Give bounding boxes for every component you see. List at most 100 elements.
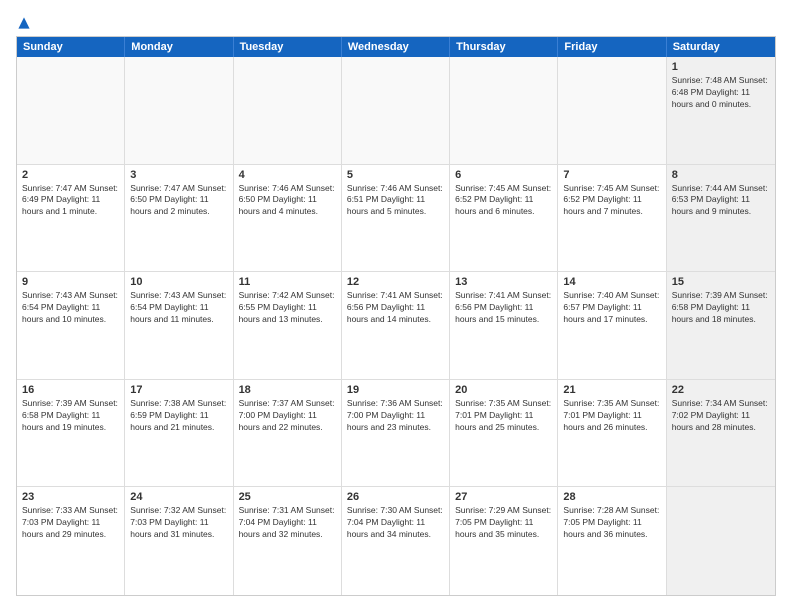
- day-info-16: Sunrise: 7:39 AM Sunset: 6:58 PM Dayligh…: [22, 398, 119, 434]
- day-number-3: 3: [130, 169, 227, 181]
- day-cell-0-0: [17, 57, 125, 164]
- day-number-4: 4: [239, 169, 336, 181]
- day-cell-1-4: 6 Sunrise: 7:45 AM Sunset: 6:52 PM Daylig…: [450, 165, 558, 272]
- day-cell-4-5: 28Sunrise: 7:28 AM Sunset: 7:05 PM Dayli…: [558, 487, 666, 595]
- calendar-header: SundayMondayTuesdayWednesdayThursdayFrid…: [17, 37, 775, 57]
- week-row-1: 1 Sunrise: 7:48 AM Sunset: 6:48 PM Daylig…: [17, 57, 775, 165]
- day-cell-0-6: 1 Sunrise: 7:48 AM Sunset: 6:48 PM Daylig…: [667, 57, 775, 164]
- day-cell-2-0: 9Sunrise: 7:43 AM Sunset: 6:54 PM Daylig…: [17, 272, 125, 379]
- week-row-3: 9Sunrise: 7:43 AM Sunset: 6:54 PM Daylig…: [17, 272, 775, 380]
- day-number-1: 1: [672, 61, 770, 73]
- header: [16, 16, 776, 26]
- day-info-22: Sunrise: 7:34 AM Sunset: 7:02 PM Dayligh…: [672, 398, 770, 434]
- day-info-20: Sunrise: 7:35 AM Sunset: 7:01 PM Dayligh…: [455, 398, 552, 434]
- day-number-21: 21: [563, 384, 660, 396]
- logo-icon: [17, 16, 31, 30]
- calendar-body: 1 Sunrise: 7:48 AM Sunset: 6:48 PM Daylig…: [17, 57, 775, 595]
- week-row-4: 16 Sunrise: 7:39 AM Sunset: 6:58 PM Dayli…: [17, 380, 775, 488]
- day-info-13: Sunrise: 7:41 AM Sunset: 6:56 PM Dayligh…: [455, 290, 552, 326]
- day-cell-2-5: 14 Sunrise: 7:40 AM Sunset: 6:57 PM Dayli…: [558, 272, 666, 379]
- header-thursday: Thursday: [450, 37, 558, 57]
- day-number-15: 15: [672, 276, 770, 288]
- day-info-2: Sunrise: 7:47 AM Sunset: 6:49 PM Dayligh…: [22, 183, 119, 219]
- day-cell-0-2: [234, 57, 342, 164]
- day-number-27: 27: [455, 491, 552, 503]
- day-info-19: Sunrise: 7:36 AM Sunset: 7:00 PM Dayligh…: [347, 398, 444, 434]
- day-cell-3-6: 22 Sunrise: 7:34 AM Sunset: 7:02 PM Dayli…: [667, 380, 775, 487]
- day-info-3: Sunrise: 7:47 AM Sunset: 6:50 PM Dayligh…: [130, 183, 227, 219]
- day-info-25: Sunrise: 7:31 AM Sunset: 7:04 PM Dayligh…: [239, 505, 336, 541]
- day-info-1: Sunrise: 7:48 AM Sunset: 6:48 PM Dayligh…: [672, 75, 770, 111]
- day-number-18: 18: [239, 384, 336, 396]
- day-info-10: Sunrise: 7:43 AM Sunset: 6:54 PM Dayligh…: [130, 290, 227, 326]
- day-number-12: 12: [347, 276, 444, 288]
- day-cell-1-0: 2 Sunrise: 7:47 AM Sunset: 6:49 PM Daylig…: [17, 165, 125, 272]
- day-info-8: Sunrise: 7:44 AM Sunset: 6:53 PM Dayligh…: [672, 183, 770, 219]
- day-cell-4-1: 24 Sunrise: 7:32 AM Sunset: 7:03 PM Dayli…: [125, 487, 233, 595]
- day-number-13: 13: [455, 276, 552, 288]
- day-number-20: 20: [455, 384, 552, 396]
- day-number-16: 16: [22, 384, 119, 396]
- day-info-24: Sunrise: 7:32 AM Sunset: 7:03 PM Dayligh…: [130, 505, 227, 541]
- week-row-5: 23Sunrise: 7:33 AM Sunset: 7:03 PM Dayli…: [17, 487, 775, 595]
- day-number-2: 2: [22, 169, 119, 181]
- day-info-18: Sunrise: 7:37 AM Sunset: 7:00 PM Dayligh…: [239, 398, 336, 434]
- page: SundayMondayTuesdayWednesdayThursdayFrid…: [0, 0, 792, 612]
- day-number-10: 10: [130, 276, 227, 288]
- day-number-24: 24: [130, 491, 227, 503]
- day-cell-4-3: 26 Sunrise: 7:30 AM Sunset: 7:04 PM Dayli…: [342, 487, 450, 595]
- day-info-12: Sunrise: 7:41 AM Sunset: 6:56 PM Dayligh…: [347, 290, 444, 326]
- day-cell-2-1: 10 Sunrise: 7:43 AM Sunset: 6:54 PM Dayli…: [125, 272, 233, 379]
- day-cell-2-2: 11Sunrise: 7:42 AM Sunset: 6:55 PM Dayli…: [234, 272, 342, 379]
- day-cell-3-5: 21 Sunrise: 7:35 AM Sunset: 7:01 PM Dayli…: [558, 380, 666, 487]
- day-info-11: Sunrise: 7:42 AM Sunset: 6:55 PM Dayligh…: [239, 290, 336, 326]
- header-sunday: Sunday: [17, 37, 125, 57]
- day-cell-4-4: 27 Sunrise: 7:29 AM Sunset: 7:05 PM Dayli…: [450, 487, 558, 595]
- day-cell-3-1: 17 Sunrise: 7:38 AM Sunset: 6:59 PM Dayli…: [125, 380, 233, 487]
- day-number-7: 7: [563, 169, 660, 181]
- day-cell-1-5: 7 Sunrise: 7:45 AM Sunset: 6:52 PM Daylig…: [558, 165, 666, 272]
- day-cell-4-6: [667, 487, 775, 595]
- day-cell-3-3: 19 Sunrise: 7:36 AM Sunset: 7:00 PM Dayli…: [342, 380, 450, 487]
- day-info-4: Sunrise: 7:46 AM Sunset: 6:50 PM Dayligh…: [239, 183, 336, 219]
- logo: [16, 16, 31, 26]
- day-number-19: 19: [347, 384, 444, 396]
- day-cell-0-1: [125, 57, 233, 164]
- day-info-6: Sunrise: 7:45 AM Sunset: 6:52 PM Dayligh…: [455, 183, 552, 219]
- day-number-17: 17: [130, 384, 227, 396]
- day-number-25: 25: [239, 491, 336, 503]
- day-number-22: 22: [672, 384, 770, 396]
- day-cell-3-2: 18 Sunrise: 7:37 AM Sunset: 7:00 PM Dayli…: [234, 380, 342, 487]
- day-number-5: 5: [347, 169, 444, 181]
- header-monday: Monday: [125, 37, 233, 57]
- week-row-2: 2 Sunrise: 7:47 AM Sunset: 6:49 PM Daylig…: [17, 165, 775, 273]
- day-info-5: Sunrise: 7:46 AM Sunset: 6:51 PM Dayligh…: [347, 183, 444, 219]
- day-cell-1-6: 8 Sunrise: 7:44 AM Sunset: 6:53 PM Daylig…: [667, 165, 775, 272]
- day-cell-0-5: [558, 57, 666, 164]
- header-friday: Friday: [558, 37, 666, 57]
- day-info-17: Sunrise: 7:38 AM Sunset: 6:59 PM Dayligh…: [130, 398, 227, 434]
- day-number-14: 14: [563, 276, 660, 288]
- day-info-27: Sunrise: 7:29 AM Sunset: 7:05 PM Dayligh…: [455, 505, 552, 541]
- day-cell-2-4: 13 Sunrise: 7:41 AM Sunset: 6:56 PM Dayli…: [450, 272, 558, 379]
- day-cell-2-3: 12 Sunrise: 7:41 AM Sunset: 6:56 PM Dayli…: [342, 272, 450, 379]
- header-tuesday: Tuesday: [234, 37, 342, 57]
- day-cell-4-2: 25 Sunrise: 7:31 AM Sunset: 7:04 PM Dayli…: [234, 487, 342, 595]
- day-number-28: 28: [563, 491, 660, 503]
- header-saturday: Saturday: [667, 37, 775, 57]
- day-cell-1-3: 5 Sunrise: 7:46 AM Sunset: 6:51 PM Daylig…: [342, 165, 450, 272]
- day-number-26: 26: [347, 491, 444, 503]
- day-info-14: Sunrise: 7:40 AM Sunset: 6:57 PM Dayligh…: [563, 290, 660, 326]
- day-number-6: 6: [455, 169, 552, 181]
- day-cell-1-1: 3 Sunrise: 7:47 AM Sunset: 6:50 PM Daylig…: [125, 165, 233, 272]
- day-info-7: Sunrise: 7:45 AM Sunset: 6:52 PM Dayligh…: [563, 183, 660, 219]
- day-number-8: 8: [672, 169, 770, 181]
- day-cell-3-0: 16 Sunrise: 7:39 AM Sunset: 6:58 PM Dayli…: [17, 380, 125, 487]
- calendar: SundayMondayTuesdayWednesdayThursdayFrid…: [16, 36, 776, 596]
- day-cell-1-2: 4 Sunrise: 7:46 AM Sunset: 6:50 PM Daylig…: [234, 165, 342, 272]
- day-cell-0-3: [342, 57, 450, 164]
- day-info-23: Sunrise: 7:33 AM Sunset: 7:03 PM Dayligh…: [22, 505, 119, 541]
- day-info-26: Sunrise: 7:30 AM Sunset: 7:04 PM Dayligh…: [347, 505, 444, 541]
- day-info-21: Sunrise: 7:35 AM Sunset: 7:01 PM Dayligh…: [563, 398, 660, 434]
- day-cell-0-4: [450, 57, 558, 164]
